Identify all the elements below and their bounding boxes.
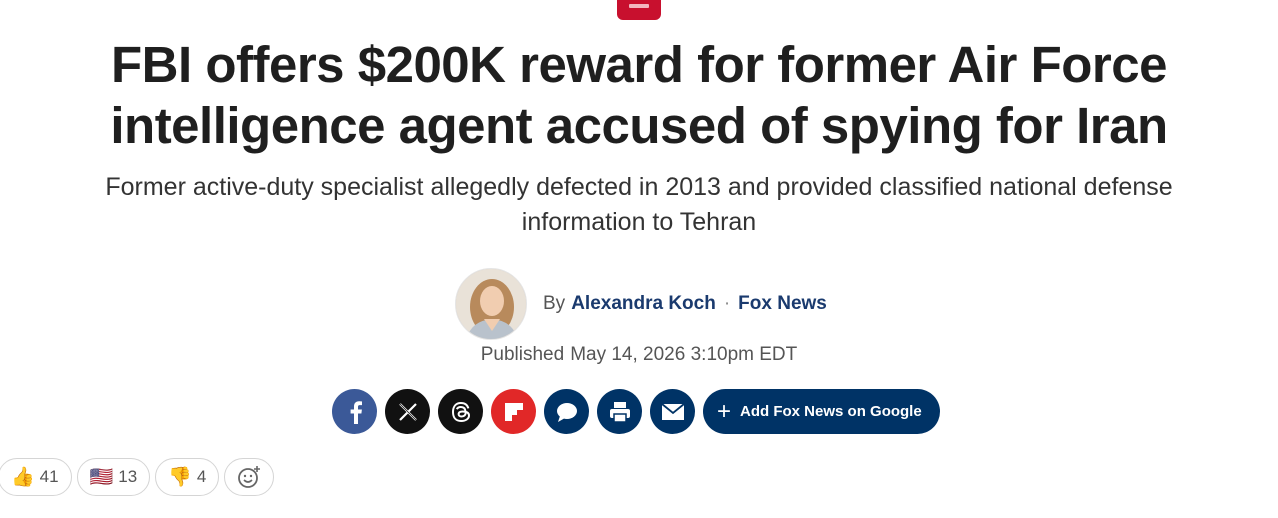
byline: By Alexandra Koch · Fox News [455, 268, 827, 340]
byline-prefix: By [543, 293, 566, 314]
reaction-thumbs-up[interactable]: 👍 41 [0, 458, 72, 496]
reactions-bar: 👍 41 🇺🇸 13 👎 4 [0, 458, 279, 496]
outlet-link[interactable]: Fox News [738, 293, 827, 315]
email-icon [660, 402, 685, 420]
comments-button[interactable] [544, 389, 589, 434]
share-bar: + Add Fox News on Google [332, 389, 940, 434]
share-x-button[interactable] [385, 389, 430, 434]
share-flipboard-button[interactable] [491, 389, 536, 434]
thumbs-up-icon: 👍 [11, 466, 35, 488]
add-emoji-icon [238, 466, 261, 488]
us-flag-icon: 🇺🇸 [89, 466, 114, 488]
comment-icon [556, 402, 577, 422]
published-timestamp: Published May 14, 2026 3:10pm EDT [0, 344, 1278, 366]
share-threads-button[interactable] [438, 389, 483, 434]
published-date: May 14, 2026 3:10pm EDT [570, 344, 798, 365]
author-avatar[interactable] [455, 268, 527, 340]
print-button[interactable] [597, 389, 642, 434]
article-headline: FBI offers $200K reward for former Air F… [110, 36, 1168, 154]
author-link[interactable]: Alexandra Koch [571, 293, 716, 315]
reaction-count: 4 [196, 467, 207, 486]
share-facebook-button[interactable] [332, 389, 377, 434]
flipboard-icon [504, 402, 523, 421]
email-button[interactable] [650, 389, 695, 434]
byline-separator: · [723, 293, 731, 314]
thumbs-down-icon: 👎 [168, 466, 192, 488]
add-fox-news-on-google-button[interactable]: + Add Fox News on Google [703, 389, 940, 434]
x-icon [398, 402, 417, 421]
threads-icon [451, 401, 470, 422]
add-google-label: Add Fox News on Google [740, 403, 922, 420]
plus-icon: + [717, 397, 732, 425]
facebook-icon [350, 400, 362, 424]
print-icon [609, 401, 630, 423]
published-label: Published [480, 344, 565, 365]
reaction-count: 13 [118, 467, 138, 486]
article-subheadline: Former active-duty specialist allegedly … [105, 173, 1173, 236]
section-badge [617, 0, 661, 20]
reaction-us-flag[interactable]: 🇺🇸 13 [76, 458, 151, 496]
reaction-count: 41 [39, 467, 59, 486]
reaction-thumbs-down[interactable]: 👎 4 [155, 458, 220, 496]
add-reaction-button[interactable] [224, 458, 275, 496]
